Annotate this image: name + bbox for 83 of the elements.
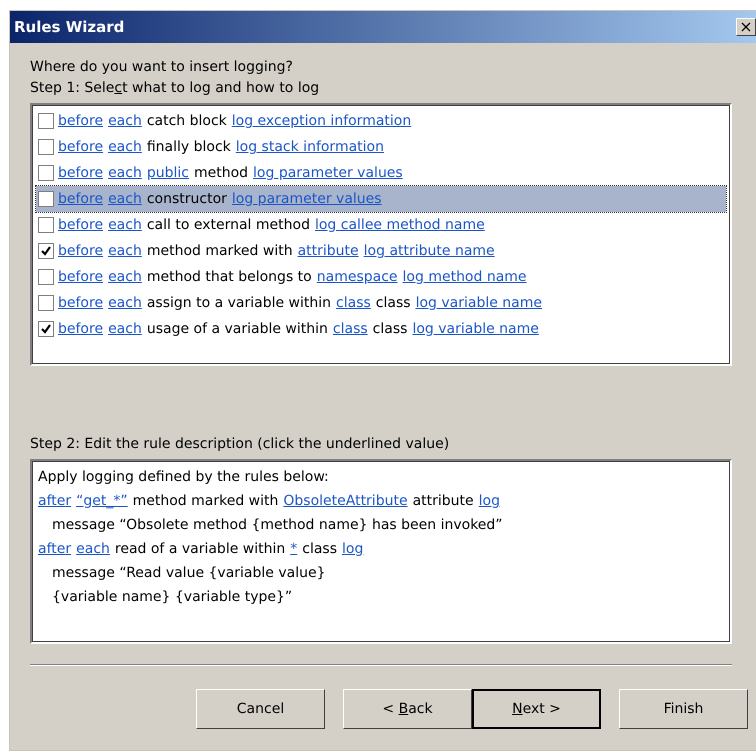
rule-text: method marked with	[132, 492, 278, 511]
rule-link[interactable]: log parameter values	[253, 165, 403, 181]
rule-text: message “Obsolete method {method name} has been invoked”	[52, 516, 503, 535]
rule-link[interactable]: each	[108, 139, 142, 155]
checkbox[interactable]	[38, 295, 54, 311]
rule-link[interactable]: before	[58, 113, 104, 129]
rule-text: class	[372, 321, 408, 337]
rule-link[interactable]: each	[108, 113, 142, 129]
checkbox[interactable]	[38, 217, 54, 233]
checkbox[interactable]	[38, 113, 54, 129]
rule-link[interactable]: namespace	[316, 269, 398, 285]
rule-item[interactable]: before each public method log parameter values	[36, 160, 726, 186]
rule-link[interactable]: log variable name	[412, 321, 539, 337]
rule-link[interactable]: before	[58, 139, 104, 155]
rule-link[interactable]: class	[336, 295, 371, 311]
rule-text: {variable name} {variable type}”	[52, 588, 292, 607]
rule-link[interactable]: “get_*”	[76, 489, 128, 513]
step-label: Step 2: Edit the rule description (click the underlined value)	[30, 435, 450, 454]
rule-link[interactable]: after	[38, 537, 72, 561]
rule-text: message “Read value {variable value}	[52, 564, 326, 583]
rule-text: Apply logging defined by the rules below:	[38, 468, 329, 487]
wizard-button[interactable]: Cancel	[196, 689, 325, 729]
rule-link[interactable]: before	[58, 165, 104, 181]
rule-link[interactable]: each	[108, 165, 142, 181]
rule-item[interactable]: before each catch block log exception information	[36, 108, 726, 134]
rule-text: assign to a variable within	[146, 295, 332, 311]
rule-link[interactable]: after	[38, 489, 72, 513]
rule-text: catch block	[146, 113, 227, 129]
rule-link[interactable]: each	[108, 295, 142, 311]
rule-text: method marked with	[146, 243, 293, 259]
rule-link[interactable]: attribute	[298, 243, 359, 259]
rule-link[interactable]: each	[76, 537, 110, 561]
rule-text: usage of a variable within	[146, 321, 328, 337]
rule-link[interactable]: before	[58, 269, 104, 285]
rule-item[interactable]: before each constructor log parameter values	[36, 186, 726, 212]
checkbox[interactable]	[38, 165, 54, 181]
rule-link[interactable]: before	[58, 321, 104, 337]
rule-text: class	[376, 295, 411, 311]
step-label: Step 1: Select what to log and how to log	[30, 79, 320, 98]
rule-link[interactable]: public	[146, 165, 189, 181]
close-button[interactable]: ×	[736, 18, 756, 36]
rule-item[interactable]: before each call to external method log callee method name	[36, 212, 726, 238]
rule-link[interactable]: log method name	[402, 269, 527, 285]
rule-link[interactable]: before	[58, 295, 104, 311]
rule-item[interactable]: before each method that belongs to namespace log method name	[36, 264, 726, 290]
checkbox[interactable]	[38, 191, 54, 207]
rule-link[interactable]: log	[478, 489, 500, 513]
rule-text: method	[194, 165, 248, 181]
rule-link[interactable]: before	[58, 243, 104, 259]
rule-text: method that belongs to	[146, 269, 312, 285]
rule-link[interactable]: class	[332, 321, 368, 337]
rule-link[interactable]: log attribute name	[364, 243, 495, 259]
checkbox[interactable]	[38, 243, 54, 259]
rule-link[interactable]: ObsoleteAttribute	[283, 489, 408, 513]
window-title: Rules Wizard	[14, 18, 124, 36]
wizard-button[interactable]: Next >	[472, 689, 602, 729]
rule-text: constructor	[146, 191, 227, 207]
rule-item[interactable]: before each method marked with attribute log attribute name	[36, 238, 726, 264]
rule-link[interactable]: log	[342, 537, 364, 561]
rule-item[interactable]: before each assign to a variable within class class log variable name	[36, 290, 726, 316]
rule-link[interactable]: log stack information	[236, 139, 384, 155]
rule-link[interactable]: each	[108, 243, 142, 259]
checkbox[interactable]	[38, 139, 54, 155]
rule-link[interactable]: each	[108, 269, 142, 285]
question-label: Where do you want to insert logging?	[30, 58, 294, 77]
checkbox[interactable]	[38, 321, 54, 337]
wizard-button[interactable]: < Back	[343, 689, 472, 729]
rule-link[interactable]: each	[108, 217, 142, 233]
rule-text: attribute	[412, 492, 474, 511]
rule-text: finally block	[146, 139, 231, 155]
rule-link[interactable]: log variable name	[416, 295, 542, 311]
rule-link[interactable]: *	[290, 537, 298, 561]
rule-text: class	[302, 540, 338, 559]
rule-link[interactable]: log exception information	[232, 113, 412, 129]
rule-link[interactable]: log callee method name	[314, 217, 485, 233]
rule-text: call to external method	[146, 217, 310, 233]
rule-link[interactable]: each	[108, 321, 142, 337]
checkbox[interactable]	[38, 269, 54, 285]
wizard-button[interactable]: Finish	[619, 689, 748, 729]
rule-item[interactable]: before each finally block log stack information	[36, 134, 726, 160]
rule-item[interactable]: before each usage of a variable within class class log variable name	[36, 316, 726, 342]
rule-link[interactable]: before	[58, 217, 104, 233]
rule-text: read of a variable within	[114, 540, 286, 559]
